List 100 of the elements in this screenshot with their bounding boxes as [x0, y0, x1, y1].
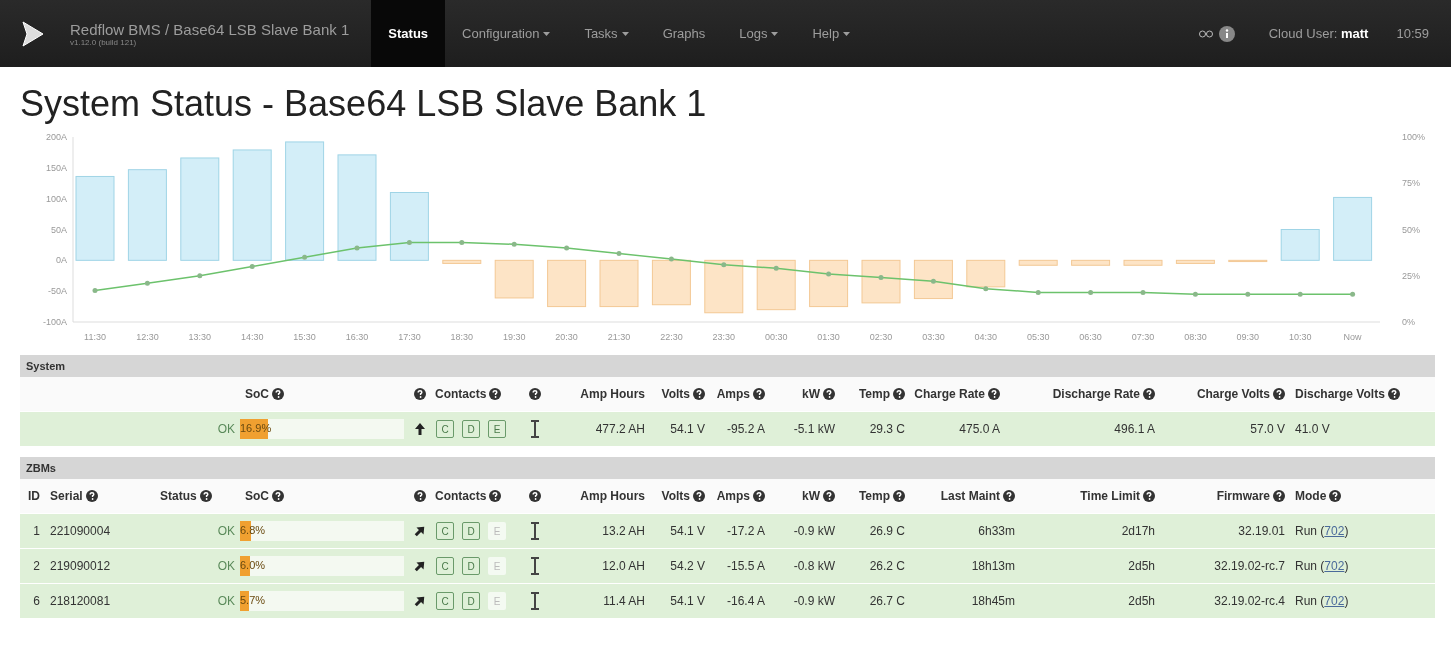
chart-bar [599, 259, 639, 308]
chart-bar [494, 259, 534, 299]
chart-bar [1018, 259, 1058, 266]
help-icon[interactable] [1273, 388, 1285, 400]
column-header: Discharge Rate [1052, 387, 1140, 401]
contact-indicator: D [462, 522, 480, 540]
info-icon[interactable] [1218, 25, 1235, 42]
help-icon[interactable] [489, 388, 502, 400]
axis-label: 100% [1402, 132, 1426, 142]
chart-point [878, 275, 884, 281]
table-cell-text: 29.3 C [868, 422, 906, 436]
mode-link[interactable]: 702 [1324, 559, 1345, 573]
chart-point [721, 262, 727, 268]
contact-indicator: E [488, 557, 506, 575]
arrow-up-right-icon [414, 525, 426, 537]
page-title: System Status - Base64 LSB Slave Bank 1 [20, 83, 708, 125]
logo-icon [20, 20, 44, 47]
column-header: Contacts [435, 489, 487, 503]
chart-point [144, 280, 150, 286]
table-cell-text: 12.0 AH [601, 559, 646, 573]
chart-point [983, 286, 989, 292]
status-text: OK [216, 559, 236, 573]
help-icon[interactable] [414, 388, 426, 400]
nav-tab[interactable]: Graphs [645, 0, 723, 67]
help-icon[interactable] [85, 490, 98, 502]
table-cell-text: 26.2 C [868, 559, 906, 573]
table-cell-text: 2 [32, 559, 41, 573]
axis-label: 17:30 [398, 332, 421, 342]
help-icon[interactable] [693, 490, 705, 502]
mode-text: ) [1344, 524, 1349, 538]
brand-title[interactable]: Redflow BMS / Base64 LSB Slave Bank 1 [70, 20, 350, 38]
mode-link[interactable]: 702 [1324, 524, 1345, 538]
help-icon[interactable] [199, 490, 212, 502]
column-header: Volts [661, 387, 690, 401]
chart-point [354, 245, 360, 251]
table-cell-text: -0.9 kW [792, 594, 836, 608]
mode-text: ) [1344, 559, 1349, 573]
column-header: Mode [1295, 489, 1327, 503]
help-icon[interactable] [693, 388, 705, 400]
chart-bar [1071, 259, 1111, 266]
table-cell-text: 6h33m [977, 524, 1016, 538]
help-icon[interactable] [1003, 490, 1015, 502]
help-icon[interactable] [988, 388, 1000, 400]
axis-label: 09:30 [1236, 332, 1260, 342]
chart-point [249, 264, 255, 269]
help-icon[interactable] [1329, 490, 1342, 502]
help-icon[interactable] [272, 490, 284, 502]
chart-bar [1280, 229, 1320, 261]
help-icon[interactable] [753, 490, 765, 502]
contact-indicator: C [436, 557, 454, 575]
help-icon[interactable] [823, 490, 835, 502]
column-header: Charge Rate [914, 387, 985, 401]
axis-label: 50A [51, 224, 67, 235]
chart-bar [1228, 259, 1268, 263]
help-icon[interactable] [823, 388, 835, 400]
help-icon[interactable] [1387, 388, 1400, 400]
cloud-user[interactable]: Cloud User: matt [1268, 0, 1369, 67]
table-cell-text: 6 [32, 594, 41, 608]
column-header: Amp Hours [580, 387, 645, 401]
help-icon[interactable] [753, 388, 765, 400]
axis-label: 23:30 [712, 332, 736, 342]
column-header: SoC [245, 387, 269, 401]
nav-tab[interactable]: Configuration [445, 0, 568, 67]
help-icon[interactable] [272, 388, 284, 400]
table-cell-text: 11.4 AH [602, 594, 646, 608]
chart-point [511, 241, 517, 247]
table-cell-text: 26.9 C [868, 524, 906, 538]
axis-label: 04:30 [974, 332, 998, 342]
help-icon[interactable] [529, 490, 541, 502]
table-cell-text: 18h13m [970, 559, 1016, 573]
glasses-icon[interactable] [1198, 29, 1213, 38]
table-cell-text: -16.4 A [725, 594, 766, 608]
help-icon[interactable] [414, 490, 426, 502]
table-cell-text: 32.19.01 [1237, 524, 1286, 538]
version-text: v1.12.0 (build 121) [70, 37, 138, 47]
nav-tab[interactable]: Logs [722, 0, 796, 67]
caret-icon [543, 31, 551, 36]
help-icon[interactable] [1273, 490, 1285, 502]
axis-label: 16:30 [345, 332, 369, 342]
chart-point [459, 239, 465, 245]
table-cell-text: 54.1 V [669, 594, 706, 608]
nav-tab[interactable]: Tasks [567, 0, 646, 67]
help-icon[interactable] [1143, 388, 1155, 400]
help-icon[interactable] [529, 388, 541, 400]
help-icon[interactable] [893, 388, 905, 400]
help-icon[interactable] [489, 490, 502, 502]
column-header: SoC [245, 489, 269, 503]
nav-tab[interactable]: Help [795, 0, 868, 67]
axis-label: -50A [48, 286, 67, 297]
chart-bar [1123, 259, 1163, 266]
help-icon[interactable] [893, 490, 905, 502]
contact-indicator: C [436, 592, 454, 610]
help-icon[interactable] [1143, 490, 1155, 502]
column-header: Status [160, 489, 197, 503]
ibeam-icon [531, 592, 539, 610]
chart-point [1088, 289, 1094, 295]
chart-bar [756, 259, 796, 311]
mode-link[interactable]: 702 [1324, 594, 1345, 608]
nav-tab[interactable]: Status [371, 0, 446, 67]
contact-indicator: E [488, 522, 506, 540]
